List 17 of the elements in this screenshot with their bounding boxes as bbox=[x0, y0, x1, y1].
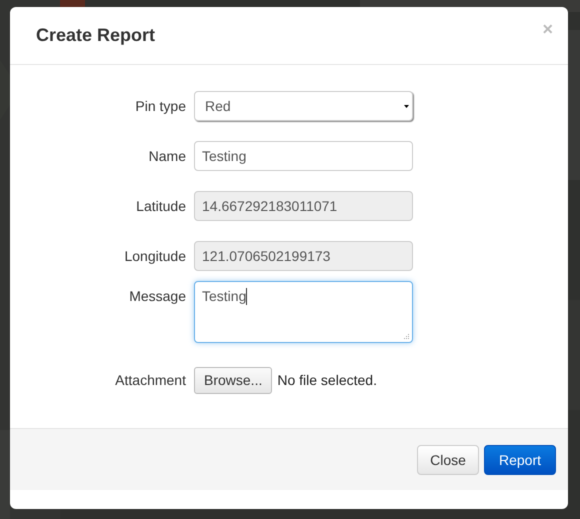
caret-icon bbox=[404, 104, 409, 108]
input-field[interactable]: Testing bbox=[194, 141, 413, 171]
report-button[interactable]: Report bbox=[484, 444, 556, 474]
file-status: No file selected. bbox=[277, 372, 377, 388]
readonly-field[interactable]: 121.0706502199173 bbox=[194, 241, 413, 271]
field-label: Attachment bbox=[114, 372, 186, 388]
field-label: Message bbox=[128, 287, 186, 304]
close-button[interactable]: Close bbox=[417, 444, 479, 474]
field-label: Latitude bbox=[135, 198, 186, 214]
browse-button[interactable]: Browse... bbox=[194, 366, 272, 394]
field-label: Longitude bbox=[123, 248, 186, 264]
dialog-title: Create Report bbox=[36, 25, 156, 46]
readonly-field[interactable]: 14.667292183011071 bbox=[194, 191, 413, 221]
field-label: Pin type bbox=[134, 98, 186, 114]
field-label: Name bbox=[148, 148, 186, 164]
message-field[interactable]: Testing bbox=[194, 281, 413, 343]
pin-type-dropdown[interactable]: Red bbox=[194, 91, 413, 121]
